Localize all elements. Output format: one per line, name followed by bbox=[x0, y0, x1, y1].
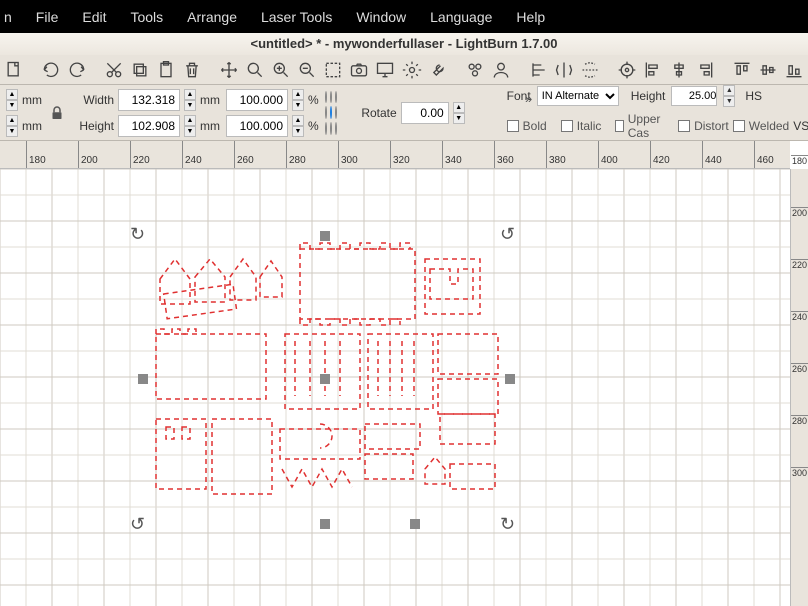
menu-item-file[interactable]: File bbox=[24, 9, 71, 25]
resize-handle[interactable] bbox=[320, 519, 330, 529]
welded-checkbox[interactable]: Welded bbox=[733, 119, 789, 133]
workspace: 180 200 220 240 260 280 300 320 340 360 380 400 420 4… bbox=[0, 141, 808, 606]
ruler-tick: 340 bbox=[442, 141, 462, 169]
font-height-label: Height bbox=[631, 89, 666, 103]
cut-icon[interactable] bbox=[104, 58, 124, 82]
ruler-tick: 320 bbox=[390, 141, 410, 169]
anchor-grid[interactable] bbox=[325, 91, 337, 135]
ruler-tick: 360 bbox=[494, 141, 514, 169]
rotate-handle-icon[interactable]: ↻ bbox=[130, 224, 145, 245]
properties-bar: ▲▼mm ▲▼mm Width ▲▼ mm Height ▲▼ mm ▲▼ % bbox=[0, 85, 808, 141]
canvas[interactable]: ↻ ↺ ↺ ↻ bbox=[0, 169, 790, 606]
align-bottom-icon[interactable] bbox=[784, 58, 804, 82]
ruler-tick: 220 bbox=[130, 141, 150, 169]
menu-item[interactable]: n bbox=[4, 9, 24, 25]
hspace-label: HS bbox=[745, 89, 762, 103]
align-center-icon[interactable] bbox=[669, 58, 689, 82]
xpos-field[interactable]: ▲▼mm bbox=[6, 89, 42, 111]
ruler-tick: 260 bbox=[234, 141, 254, 169]
rotate-field[interactable]: Rotate ▲▼ bbox=[349, 102, 465, 124]
ruler-tick: 200 bbox=[78, 141, 98, 169]
ruler-tick: 440 bbox=[702, 141, 722, 169]
vspace-label: VS bbox=[793, 119, 808, 133]
expand-icon[interactable]: » bbox=[525, 91, 532, 106]
align-left-icon[interactable] bbox=[643, 58, 663, 82]
menu-bar: n File Edit Tools Arrange Laser Tools Wi… bbox=[0, 0, 808, 33]
window-title: <untitled> * - mywonderfullaser - LightB… bbox=[0, 33, 808, 55]
delete-icon[interactable] bbox=[182, 58, 202, 82]
italic-checkbox[interactable]: Italic bbox=[561, 119, 602, 133]
ruler-tick: 180 bbox=[26, 141, 46, 169]
menu-item-language[interactable]: Language bbox=[418, 9, 504, 25]
pan-icon[interactable] bbox=[219, 58, 239, 82]
align-middle-icon[interactable] bbox=[758, 58, 778, 82]
font-family-select[interactable]: IN Alternate bbox=[537, 86, 619, 106]
ruler-tick: 460 bbox=[754, 141, 774, 169]
ruler-tick: 220 bbox=[791, 259, 808, 270]
redo-icon[interactable] bbox=[67, 58, 87, 82]
ruler-tick: 380 bbox=[546, 141, 566, 169]
resize-handle[interactable] bbox=[410, 519, 420, 529]
align-run-icon[interactable] bbox=[528, 58, 548, 82]
undo-icon[interactable] bbox=[41, 58, 61, 82]
menu-item-edit[interactable]: Edit bbox=[70, 9, 118, 25]
rotate-handle-icon[interactable]: ↻ bbox=[500, 514, 515, 535]
upper-checkbox[interactable]: Upper Cas bbox=[615, 112, 664, 140]
resize-handle[interactable] bbox=[505, 374, 515, 384]
zoom-in-icon[interactable] bbox=[271, 58, 291, 82]
target-icon[interactable] bbox=[617, 58, 637, 82]
paste-icon[interactable] bbox=[156, 58, 176, 82]
flip-h-icon[interactable] bbox=[554, 58, 574, 82]
rotate-handle-icon[interactable]: ↺ bbox=[500, 224, 515, 245]
ruler-tick: 240 bbox=[791, 311, 808, 322]
width-scale-field[interactable]: ▲▼ % bbox=[226, 89, 319, 111]
cut-design[interactable] bbox=[0, 169, 790, 606]
ruler-tick: 260 bbox=[791, 363, 808, 374]
ruler-tick: 300 bbox=[791, 467, 808, 478]
height-field[interactable]: Height ▲▼ mm bbox=[72, 115, 220, 137]
distort-checkbox[interactable]: Distort bbox=[678, 119, 729, 133]
wrench-icon[interactable] bbox=[428, 58, 448, 82]
menu-item-arrange[interactable]: Arrange bbox=[175, 9, 249, 25]
ruler-horizontal: 180 200 220 240 260 280 300 320 340 360 380 400 420 4… bbox=[0, 141, 790, 169]
ruler-tick: 180 bbox=[791, 155, 808, 166]
menu-item-help[interactable]: Help bbox=[504, 9, 557, 25]
group-icon[interactable] bbox=[465, 58, 485, 82]
zoom-fit-icon[interactable] bbox=[245, 58, 265, 82]
menu-item-laser-tools[interactable]: Laser Tools bbox=[249, 9, 344, 25]
menu-item-tools[interactable]: Tools bbox=[118, 9, 175, 25]
new-doc-icon[interactable] bbox=[4, 58, 24, 82]
resize-handle[interactable] bbox=[138, 374, 148, 384]
resize-handle[interactable] bbox=[320, 231, 330, 241]
main-toolbar bbox=[0, 55, 808, 85]
zoom-out-icon[interactable] bbox=[297, 58, 317, 82]
marquee-icon[interactable] bbox=[323, 58, 343, 82]
settings-icon[interactable] bbox=[401, 58, 421, 82]
copy-icon[interactable] bbox=[130, 58, 150, 82]
ruler-vertical: 180200220240260280300 bbox=[790, 169, 808, 606]
ruler-tick: 280 bbox=[791, 415, 808, 426]
ruler-tick: 420 bbox=[650, 141, 670, 169]
camera-icon[interactable] bbox=[349, 58, 369, 82]
ypos-field[interactable]: ▲▼mm bbox=[6, 115, 42, 137]
height-scale-field[interactable]: ▲▼ % bbox=[226, 115, 319, 137]
align-top-icon[interactable] bbox=[732, 58, 752, 82]
rotate-handle-icon[interactable]: ↺ bbox=[130, 514, 145, 535]
resize-handle[interactable] bbox=[320, 374, 330, 384]
bold-checkbox[interactable]: Bold bbox=[507, 119, 547, 133]
lock-aspect-icon[interactable] bbox=[48, 98, 66, 128]
ruler-tick: 400 bbox=[598, 141, 618, 169]
align-right-icon[interactable] bbox=[695, 58, 715, 82]
user-icon[interactable] bbox=[491, 58, 511, 82]
flip-v-icon[interactable] bbox=[580, 58, 600, 82]
ruler-tick: 280 bbox=[286, 141, 306, 169]
font-height-field[interactable] bbox=[671, 86, 717, 106]
monitor-icon[interactable] bbox=[375, 58, 395, 82]
ruler-tick: 300 bbox=[338, 141, 358, 169]
width-field[interactable]: Width ▲▼ mm bbox=[72, 89, 220, 111]
menu-item-window[interactable]: Window bbox=[344, 9, 418, 25]
ruler-tick: 200 bbox=[791, 207, 808, 218]
ruler-tick: 240 bbox=[182, 141, 202, 169]
